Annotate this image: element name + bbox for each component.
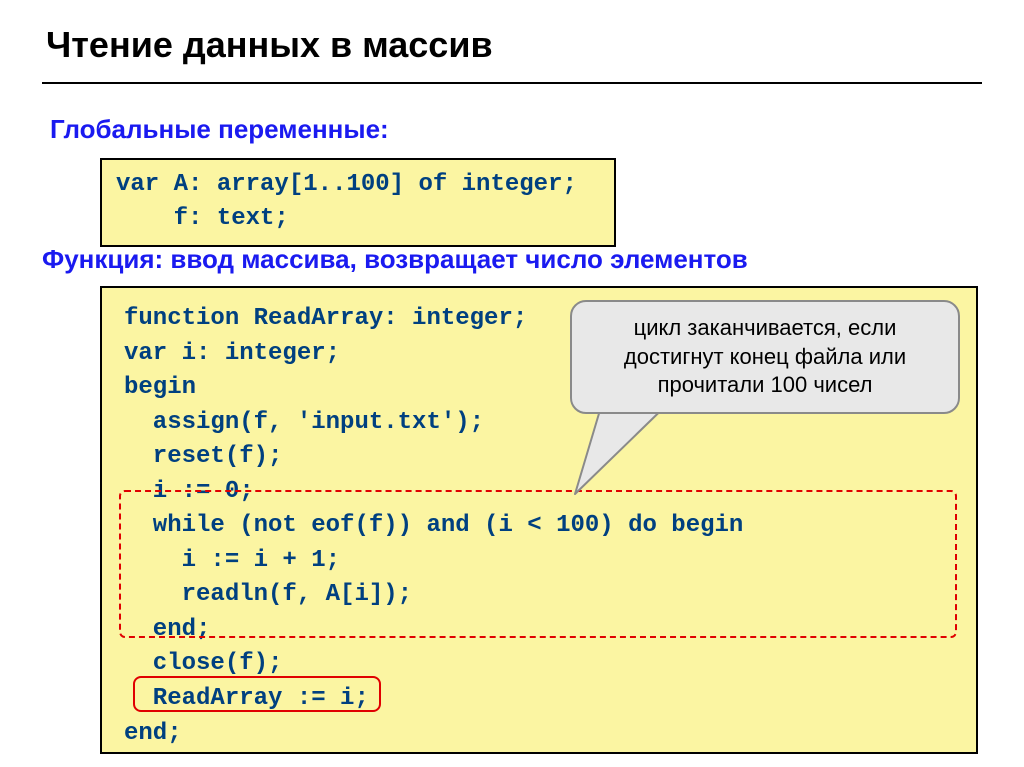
page-title: Чтение данных в массив: [46, 24, 493, 66]
annotation-callout: цикл заканчивается, если достигнут конец…: [570, 300, 960, 414]
title-underline: [42, 82, 982, 84]
code-block-globals: var A: array[1..100] of integer; f: text…: [100, 158, 616, 247]
section-function: Функция: ввод массива, возвращает число …: [42, 244, 748, 275]
section-globals: Глобальные переменные:: [50, 114, 389, 145]
slide: Чтение данных в массив Глобальные переме…: [0, 0, 1024, 767]
